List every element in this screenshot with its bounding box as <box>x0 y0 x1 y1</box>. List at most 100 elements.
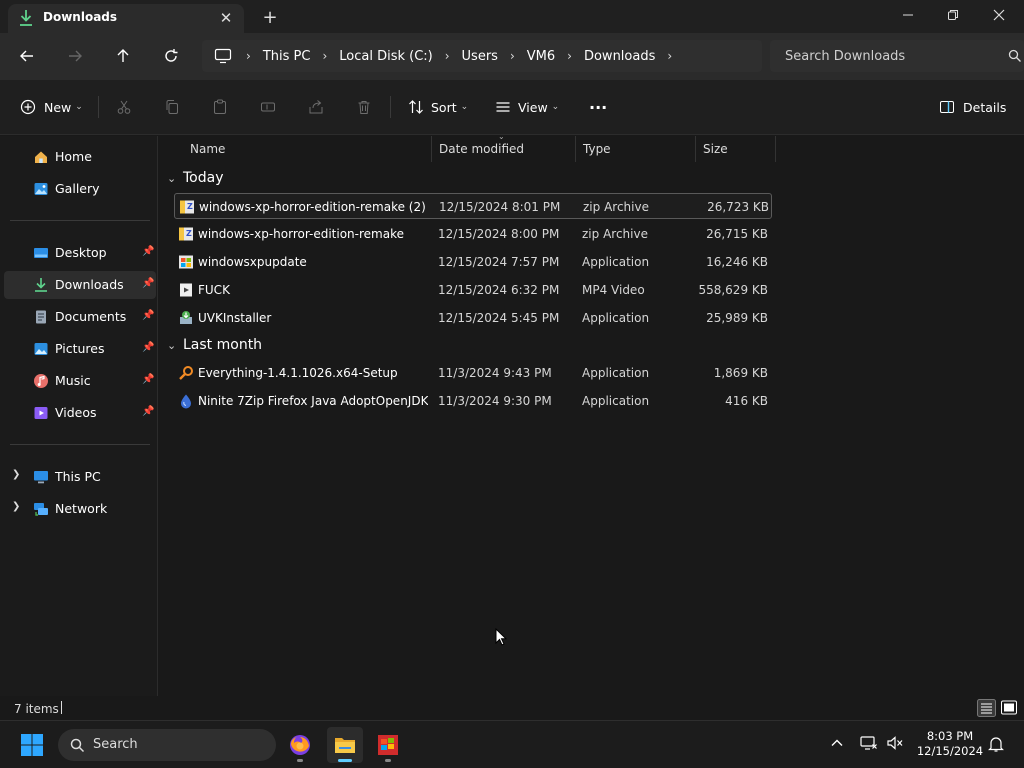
column-header-name[interactable]: Name <box>183 136 432 162</box>
zip-archive-icon: Z <box>180 200 194 214</box>
network-status-icon <box>860 736 877 750</box>
up-arrow-icon <box>117 49 129 62</box>
breadcrumb-vm6[interactable]: VM6 <box>527 49 555 64</box>
view-button[interactable]: View ⌄ <box>495 93 559 121</box>
share-button[interactable] <box>308 93 324 121</box>
sidebar-item-pictures[interactable]: Pictures 📌 <box>4 335 156 363</box>
column-header-label: Size <box>703 142 728 156</box>
sidebar-item-videos[interactable]: Videos 📌 <box>4 399 156 427</box>
collapse-chevron-icon: ⌄ <box>167 171 177 185</box>
address-bar[interactable]: › This PC › Local Disk (C:) › Users › VM… <box>202 40 762 72</box>
breadcrumb-local-disk[interactable]: Local Disk (C:) <box>339 49 432 64</box>
column-header-size[interactable]: Size <box>696 136 776 162</box>
file-name: windowsxpupdate <box>198 255 307 269</box>
copy-button[interactable] <box>164 93 180 121</box>
mouse-cursor-icon <box>495 628 507 646</box>
windows-start-icon <box>21 734 43 756</box>
network-status-button[interactable] <box>860 735 878 754</box>
breadcrumb-users[interactable]: Users <box>462 49 498 64</box>
sidebar-item-desktop[interactable]: Desktop 📌 <box>4 239 156 267</box>
rename-icon <box>261 102 275 112</box>
taskbar-search-box[interactable]: Search <box>58 729 276 761</box>
sidebar-item-home[interactable]: Home <box>4 143 156 171</box>
running-indicator <box>385 759 391 762</box>
expand-chevron-icon[interactable]: ❯ <box>12 501 20 512</box>
volume-button[interactable] <box>886 735 904 754</box>
file-date-modified: 12/15/2024 5:45 PM <box>438 311 560 325</box>
breadcrumb-this-pc[interactable]: This PC <box>263 49 311 64</box>
sidebar-item-label: Home <box>55 149 92 164</box>
sort-button-label: Sort <box>431 99 457 115</box>
minimize-icon <box>903 14 913 16</box>
sidebar-item-documents[interactable]: Documents 📌 <box>4 303 156 331</box>
sidebar-item-music[interactable]: Music 📌 <box>4 367 156 395</box>
sort-button[interactable]: Sort ⌄ <box>408 93 468 121</box>
rename-button[interactable] <box>260 93 276 121</box>
file-row[interactable]: Ninite 7Zip Firefox Java AdoptOpenJDK x.… <box>174 388 772 414</box>
column-header-label: Date modified <box>439 142 525 156</box>
paste-button[interactable] <box>212 93 228 121</box>
sidebar-item-downloads[interactable]: Downloads 📌 <box>4 271 156 299</box>
file-row[interactable]: Everything-1.4.1.1026.x64-Setup 11/3/202… <box>174 360 772 386</box>
breadcrumb-chevron-icon[interactable]: › <box>667 49 672 63</box>
sidebar-item-this-pc[interactable]: ❯ This PC <box>4 463 156 491</box>
forward-button[interactable] <box>60 42 90 70</box>
more-options-button[interactable]: ··· <box>589 93 607 121</box>
file-row[interactable]: FUCK 12/15/2024 6:32 PM MP4 Video 558,62… <box>174 277 772 303</box>
details-button[interactable]: Details <box>939 93 1006 121</box>
minimize-button[interactable] <box>885 0 931 30</box>
chevron-down-icon: ⌄ <box>551 102 560 112</box>
file-row[interactable]: Z windows-xp-horror-edition-remake 12/15… <box>174 221 772 247</box>
search-placeholder: Search Downloads <box>785 48 906 64</box>
expand-chevron-icon[interactable]: ❯ <box>12 469 20 480</box>
cut-icon <box>117 100 131 114</box>
windows-xp-app-icon <box>378 735 398 755</box>
notifications-button[interactable] <box>988 735 1004 756</box>
sort-icon <box>409 100 423 114</box>
file-name: windows-xp-horror-edition-remake (2) <box>199 200 426 214</box>
taskbar-app-firefox[interactable] <box>282 727 318 763</box>
back-button[interactable] <box>12 42 42 70</box>
search-input[interactable]: Search Downloads <box>770 40 1024 72</box>
file-type: Application <box>582 366 650 380</box>
column-header-date-modified[interactable]: Date modified ⌄ <box>432 132 576 162</box>
close-tab-button[interactable]: ✕ <box>216 8 236 28</box>
sidebar-divider <box>10 444 150 445</box>
gallery-icon <box>34 183 48 195</box>
group-header-today[interactable]: ⌄ Today <box>167 170 224 186</box>
file-type: zip Archive <box>582 227 648 241</box>
paste-icon <box>214 99 226 114</box>
new-tab-button[interactable]: + <box>258 6 282 28</box>
breadcrumb-downloads[interactable]: Downloads <box>584 49 655 64</box>
group-label: Today <box>183 170 224 186</box>
restore-button[interactable] <box>930 0 976 30</box>
up-button[interactable] <box>108 42 138 70</box>
new-button[interactable]: New ⌄ <box>20 93 83 121</box>
refresh-button[interactable] <box>156 42 186 70</box>
tab-downloads[interactable]: Downloads ✕ <box>8 4 244 33</box>
taskbar-app-file-explorer[interactable] <box>327 727 363 763</box>
start-button[interactable] <box>14 727 50 763</box>
taskbar-clock[interactable]: 8:03 PM 12/15/2024 <box>915 729 985 759</box>
file-row[interactable]: Z windows-xp-horror-edition-remake (2) 1… <box>174 193 772 219</box>
group-header-last-month[interactable]: ⌄ Last month <box>167 337 262 353</box>
taskbar-app-windows-xp[interactable] <box>370 727 406 763</box>
column-header-type[interactable]: Type <box>576 136 696 162</box>
cut-button[interactable] <box>116 93 132 121</box>
show-hidden-icons-button[interactable] <box>829 735 845 754</box>
file-date-modified: 11/3/2024 9:43 PM <box>438 366 552 380</box>
status-bar: 7 items <box>0 696 1024 720</box>
installer-icon <box>180 311 192 324</box>
file-date-modified: 12/15/2024 6:32 PM <box>438 283 560 297</box>
sidebar-item-gallery[interactable]: Gallery <box>4 175 156 203</box>
group-label: Last month <box>183 337 263 353</box>
details-view-toggle-icon[interactable] <box>977 699 996 717</box>
sidebar-item-network[interactable]: ❯ Network <box>4 495 156 523</box>
large-icons-view-toggle-icon[interactable] <box>1000 699 1018 717</box>
delete-button[interactable] <box>356 93 372 121</box>
file-row[interactable]: UVKInstaller 12/15/2024 5:45 PM Applicat… <box>174 305 772 331</box>
file-row[interactable]: windowsxpupdate 12/15/2024 7:57 PM Appli… <box>174 249 772 275</box>
file-size: 416 KB <box>725 394 768 408</box>
close-window-button[interactable] <box>976 0 1022 30</box>
sidebar-item-label: Videos <box>55 405 97 420</box>
